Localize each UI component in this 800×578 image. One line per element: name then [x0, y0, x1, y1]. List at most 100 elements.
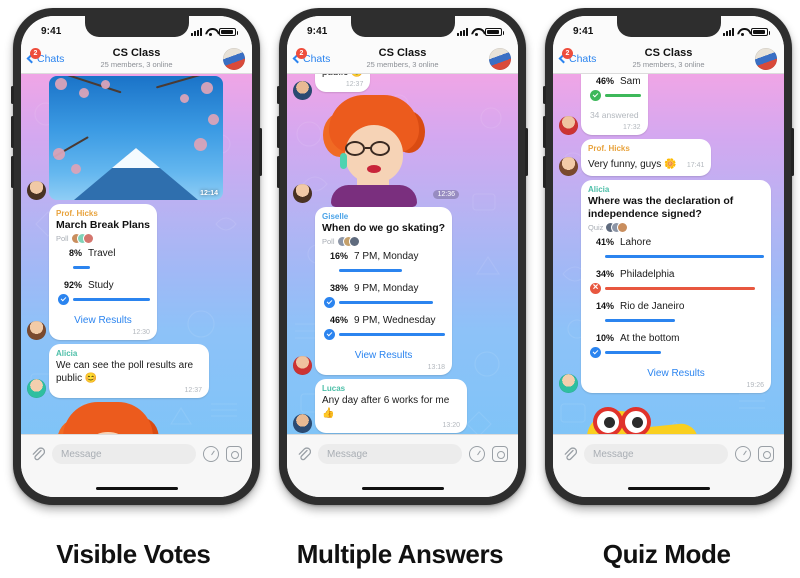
poll-option[interactable]: 16% 7 PM, Monday — [322, 251, 445, 276]
poll-option-bar — [339, 269, 402, 272]
avatar[interactable] — [559, 374, 578, 393]
text-message[interactable]: Alicia We can see the poll results are p… — [49, 344, 209, 398]
paperclip-icon[interactable] — [563, 446, 578, 462]
poll-option-bar — [73, 298, 150, 301]
poll-option-label: At the bottom — [620, 333, 680, 344]
poll-type-label: Quiz — [588, 223, 604, 232]
mute-switch[interactable] — [11, 86, 14, 104]
poll-option[interactable]: 10% At the bottom — [588, 333, 764, 358]
caption-row: Visible Votes Multiple Answers Quiz Mode — [0, 539, 800, 570]
poll-message[interactable]: Prof. Hicks March Break Plans Poll 8% Tr… — [49, 204, 157, 340]
mute-switch[interactable] — [543, 86, 546, 104]
home-indicator[interactable] — [361, 486, 444, 490]
poll-option-percent: 16% — [329, 251, 348, 261]
sticker-icon[interactable] — [735, 446, 751, 462]
paperclip-icon[interactable] — [297, 446, 312, 462]
avatar[interactable] — [293, 81, 312, 100]
poll-message[interactable]: Giselle When do we go skating? Poll 16% … — [315, 207, 453, 375]
chat-canvas: 46% Sam 34 answered 17:32 Prof. Hicks Ve… — [553, 74, 784, 464]
volume-up-button[interactable] — [277, 116, 280, 148]
message-row: Alicia We can see the poll results are p… — [27, 344, 246, 398]
back-to-chats-button[interactable]: 2 Chats — [26, 47, 64, 65]
volume-down-button[interactable] — [277, 156, 280, 188]
camera-icon[interactable] — [758, 446, 774, 462]
avatar[interactable] — [293, 356, 312, 375]
poll-option-marker-checked — [324, 329, 335, 340]
poll-option-marker — [590, 315, 601, 326]
mute-switch[interactable] — [277, 86, 280, 104]
voter-avatars — [606, 223, 628, 232]
message-row: 12:36 — [293, 95, 512, 207]
message-input[interactable]: Message — [584, 444, 728, 464]
view-results-button[interactable]: View Results — [56, 312, 150, 327]
poll-option[interactable]: 46% 9 PM, Wednesday — [322, 315, 446, 340]
sticker-icon[interactable] — [203, 446, 219, 462]
avatar[interactable] — [27, 379, 46, 398]
text-message[interactable]: Prof. Hicks Very funny, guys 🌼 17:41 — [581, 139, 712, 176]
phone-visible-votes: 9:41 2 Chats CS Class 25 members, 3 onli… — [11, 8, 262, 505]
quiz-message[interactable]: Alicia Where was the declaration of inde… — [581, 180, 771, 393]
avatar[interactable] — [27, 321, 46, 340]
camera-icon[interactable] — [226, 446, 242, 462]
avatar[interactable] — [293, 184, 312, 203]
paperclip-icon[interactable] — [31, 446, 46, 462]
power-button[interactable] — [259, 128, 262, 176]
message-row: public 😊 12:37 — [293, 74, 512, 100]
poll-option[interactable]: 92% Study — [56, 280, 150, 305]
group-avatar[interactable] — [489, 47, 511, 70]
power-button[interactable] — [525, 128, 528, 176]
avatar[interactable] — [293, 414, 312, 433]
power-button[interactable] — [791, 128, 794, 176]
poll-option-percent: 8% — [68, 248, 82, 258]
avatar[interactable] — [559, 157, 578, 176]
volume-up-button[interactable] — [11, 116, 14, 148]
message-input[interactable]: Message — [52, 444, 196, 464]
poll-option-marker-correct — [590, 90, 601, 101]
volume-down-button[interactable] — [11, 156, 14, 188]
caption-multiple-answers: Multiple Answers — [296, 539, 504, 569]
poll-type-label: Poll — [322, 237, 335, 246]
avatar[interactable] — [559, 116, 578, 135]
poll-option[interactable]: 41% Lahore — [588, 237, 764, 262]
phone-screen: 9:41 2 Chats CS Class 25 members, 3 onli… — [553, 16, 784, 497]
poll-message-clipped[interactable]: 46% Sam 34 answered 17:32 — [581, 74, 648, 135]
avatar[interactable] — [27, 181, 46, 200]
back-to-chats-button[interactable]: 2 Chats — [558, 47, 596, 65]
poll-option[interactable]: 8% Travel — [56, 248, 150, 273]
sticker-message[interactable]: 12:36 — [315, 95, 459, 207]
message-row: Lucas Any day after 6 works for me 👍 13:… — [293, 379, 512, 433]
poll-option-marker — [324, 265, 335, 276]
back-to-chats-button[interactable]: 2 Chats — [292, 47, 330, 65]
home-indicator[interactable] — [95, 486, 178, 490]
poll-option[interactable]: 34% Philadelphia — [588, 269, 764, 295]
group-avatar[interactable] — [755, 47, 777, 70]
poll-option-label: Lahore — [620, 237, 652, 248]
message-input-bar: Message — [21, 434, 252, 497]
poll-option-percent: 38% — [329, 283, 348, 293]
message-input[interactable]: Message — [318, 444, 462, 464]
poll-type-label: Poll — [56, 234, 69, 243]
message-list: 12:14 Prof. Hicks March Break Plans Poll — [21, 74, 252, 464]
text-message-clipped[interactable]: public 😊 12:37 — [315, 74, 371, 92]
poll-option[interactable]: 14% Rio de Janeiro — [588, 301, 764, 326]
volume-down-button[interactable] — [543, 156, 546, 188]
sticker-icon[interactable] — [469, 446, 485, 462]
message-input-placeholder: Message — [593, 448, 634, 460]
group-avatar[interactable] — [223, 47, 245, 70]
poll-option-label: Philadelphia — [620, 269, 675, 280]
view-results-button[interactable]: View Results — [588, 365, 764, 380]
status-indicators — [191, 27, 238, 36]
text-message[interactable]: Lucas Any day after 6 works for me 👍 13:… — [315, 379, 467, 433]
photo-message[interactable]: 12:14 — [49, 76, 223, 200]
notch — [616, 16, 721, 37]
wifi-icon — [471, 28, 482, 36]
camera-icon[interactable] — [492, 446, 508, 462]
view-results-button[interactable]: View Results — [322, 347, 445, 362]
battery-icon — [485, 27, 504, 36]
poll-option[interactable]: 46% Sam — [588, 76, 641, 101]
message-sender: Alicia — [588, 185, 610, 194]
message-input-bar: Message — [553, 434, 784, 497]
home-indicator[interactable] — [627, 486, 710, 490]
volume-up-button[interactable] — [543, 116, 546, 148]
poll-option[interactable]: 38% 9 PM, Monday — [322, 283, 445, 308]
